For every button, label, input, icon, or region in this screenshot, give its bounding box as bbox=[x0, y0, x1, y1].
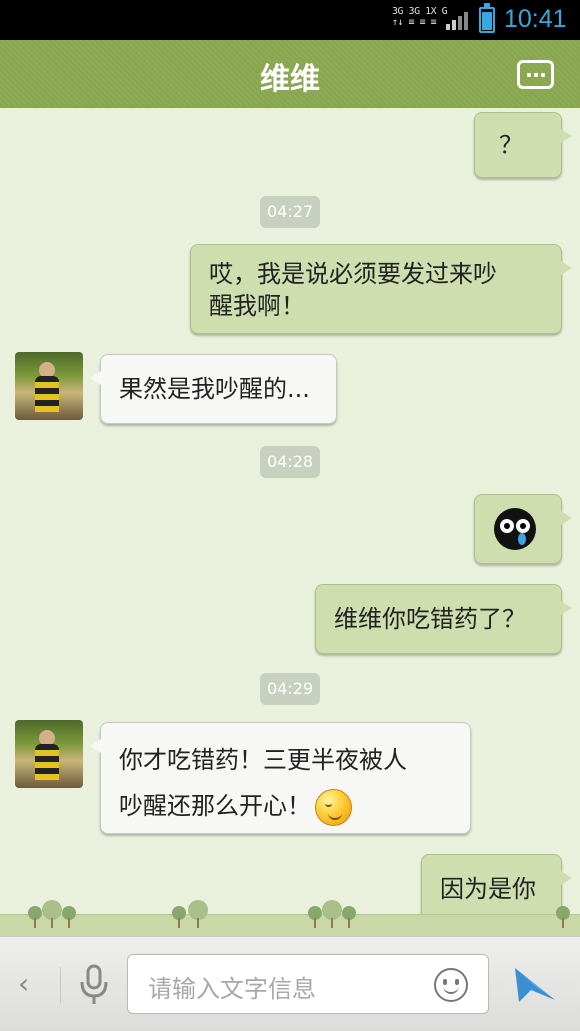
more-dots-icon[interactable] bbox=[517, 60, 554, 89]
send-arrow-icon[interactable] bbox=[513, 964, 557, 1004]
crying-owl-icon bbox=[494, 508, 536, 550]
avatar[interactable] bbox=[15, 352, 83, 420]
message-input[interactable]: 请输入文字信息 bbox=[127, 954, 489, 1014]
input-bar: ‹ 请输入文字信息 bbox=[0, 936, 580, 1031]
message-text: 果然是我吵醒的... bbox=[119, 375, 310, 403]
message-bubble-received[interactable]: 果然是我吵醒的... bbox=[90, 354, 337, 424]
message-text-line: 醒我啊！ bbox=[209, 292, 305, 320]
message-text: ？ bbox=[499, 131, 523, 159]
clock: 10:41 bbox=[504, 5, 567, 33]
message-text-line: 哎，我是说必须要发过来吵 bbox=[209, 260, 497, 288]
message-text: 维维你吃错药了？ bbox=[334, 605, 526, 633]
message-list[interactable]: ？ 04:27 哎，我是说必须要发过来吵 醒我啊！ 果然是我吵醒的... 04:… bbox=[0, 108, 580, 936]
timestamp: 04:29 bbox=[260, 673, 320, 705]
landscape-decoration bbox=[0, 880, 580, 936]
avatar[interactable] bbox=[15, 720, 83, 788]
chevron-left-icon[interactable]: ‹ bbox=[18, 967, 29, 1000]
contact-name: 维维 bbox=[260, 62, 320, 97]
input-placeholder: 请输入文字信息 bbox=[148, 975, 316, 1003]
message-text-line: 你才吃错药！三更半夜被人 bbox=[119, 746, 407, 774]
network-indicator: 3G 3G 1X G ↑↓ ≡ ≡ ≡ bbox=[392, 6, 448, 28]
signal-icon bbox=[446, 12, 468, 30]
status-bar: 3G 3G 1X G ↑↓ ≡ ≡ ≡ 10:41 bbox=[0, 0, 580, 40]
smiley-icon[interactable] bbox=[434, 968, 468, 1002]
timestamp: 04:28 bbox=[260, 446, 320, 478]
message-bubble-received[interactable]: 你才吃错药！三更半夜被人 吵醒还那么开心！ bbox=[90, 722, 471, 834]
timestamp: 04:27 bbox=[260, 196, 320, 228]
battery-icon bbox=[479, 3, 495, 33]
message-bubble-sent[interactable]: 维维你吃错药了？ bbox=[315, 584, 572, 654]
chat-header: 维维 bbox=[0, 40, 580, 114]
message-text-line: 吵醒还那么开心！ bbox=[119, 792, 311, 820]
microphone-icon[interactable] bbox=[78, 964, 110, 1006]
message-bubble-sent[interactable]: ？ bbox=[474, 112, 572, 178]
wink-emoji-icon bbox=[315, 788, 352, 826]
message-bubble-sent[interactable]: 哎，我是说必须要发过来吵 醒我啊！ bbox=[190, 244, 572, 334]
